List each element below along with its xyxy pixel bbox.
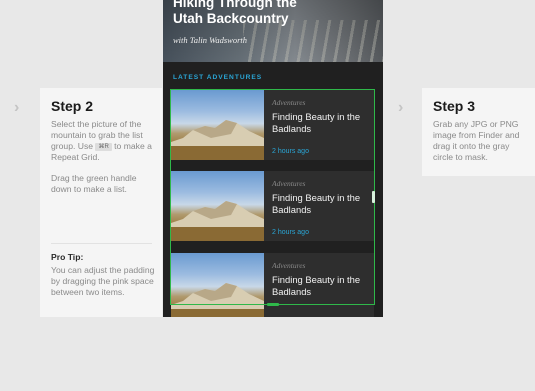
keyboard-shortcut-badge: ⌘R <box>95 143 112 151</box>
hero-image[interactable]: Hiking Through the Utah Backcountry with… <box>163 0 383 62</box>
card-timestamp: 2 hours ago <box>272 148 309 155</box>
pro-tip-text: You can adjust the padding by dragging t… <box>51 265 155 297</box>
pro-tip-title: Pro Tip: <box>51 252 84 262</box>
card-title: Finding Beauty in the Badlands <box>272 274 361 297</box>
step-2-card: Step 2 Select the picture of the mountai… <box>40 88 162 317</box>
chevron-right-icon: › <box>14 99 20 116</box>
card-title: Finding Beauty in the Badlands <box>272 192 361 215</box>
mountain-thumbnail[interactable] <box>171 171 264 241</box>
hero-author: with Talin Wadsworth <box>173 35 248 45</box>
step-title: Step 3 <box>433 98 476 114</box>
card-timestamp: 2 hours ago <box>272 229 309 236</box>
repeat-grid-column-handle[interactable] <box>372 191 375 203</box>
list-item[interactable]: Adventures Finding Beauty in the Badland… <box>171 171 374 241</box>
card-category: Adventures <box>272 179 306 188</box>
repeat-grid-row-handle[interactable] <box>267 303 279 306</box>
card-category: Adventures <box>272 98 306 107</box>
step-instructions: Grab any JPG or PNG image from Finder an… <box>433 119 520 162</box>
list-item[interactable]: Adventures Finding Beauty in the Badland… <box>171 253 374 317</box>
step-3-card: Step 3 Grab any JPG or PNG image from Fi… <box>422 88 535 176</box>
instruction-text: Drag the green handle down to make a lis… <box>51 173 137 194</box>
step-instructions: Select the picture of the mountain to gr… <box>51 119 152 195</box>
list-item[interactable]: Adventures Finding Beauty in the Badland… <box>171 90 374 160</box>
chevron-right-icon: › <box>398 99 404 116</box>
artboard-mobile-screen: Hiking Through the Utah Backcountry with… <box>163 0 383 317</box>
hero-title: Hiking Through the Utah Backcountry <box>173 0 297 26</box>
card-title: Finding Beauty in the Badlands <box>272 111 361 134</box>
section-label: LATEST ADVENTURES <box>173 74 263 81</box>
mountain-thumbnail[interactable] <box>171 90 264 160</box>
mountain-thumbnail[interactable] <box>171 253 264 317</box>
step-title: Step 2 <box>51 98 94 114</box>
card-category: Adventures <box>272 261 306 270</box>
divider <box>51 243 152 244</box>
